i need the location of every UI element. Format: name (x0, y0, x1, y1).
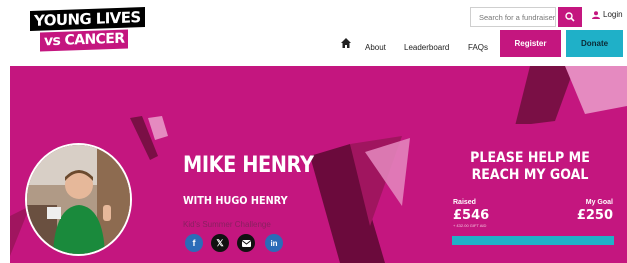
login-label: Login (603, 10, 623, 19)
goal-label: My Goal (585, 199, 613, 206)
x-icon: 𝕏 (216, 237, 224, 248)
raised-amount: £546 (453, 208, 490, 223)
goal-heading-line-1: PLEASE HELP ME (470, 150, 590, 166)
goal-amount: £250 (576, 208, 613, 223)
goal-heading: PLEASE HELP ME REACH MY GOAL (443, 150, 618, 184)
goal-panel: PLEASE HELP ME REACH MY GOAL Raised £546… (433, 124, 627, 263)
facebook-icon: f (192, 238, 196, 248)
home-icon[interactable] (340, 37, 352, 49)
fundraiser-hero: MIKE HENRY WITH HUGO HENRY Kid's Summer … (10, 66, 627, 263)
fundraiser-name: MIKE HENRY (183, 153, 314, 178)
progress-bar (452, 236, 614, 245)
share-linkedin-button[interactable]: in (265, 234, 283, 252)
search-icon (565, 12, 575, 22)
site-header: YOUNG LIVES vs CANCER Search for a fundr… (0, 0, 627, 66)
progress-bar-fill (452, 236, 614, 245)
fundraiser-photo (25, 143, 132, 256)
fundraiser-search-input[interactable]: Search for a fundraiser (470, 7, 556, 27)
logo-line-2: vs CANCER (40, 29, 129, 52)
linkedin-icon: in (270, 238, 278, 248)
nav-faqs[interactable]: FAQs (468, 36, 488, 58)
share-facebook-button[interactable]: f (185, 234, 203, 252)
login-link[interactable]: Login (592, 10, 623, 19)
register-button[interactable]: Register (500, 30, 561, 57)
nav-about[interactable]: About (365, 36, 386, 58)
young-lives-vs-cancer-logo[interactable]: YOUNG LIVES vs CANCER (30, 6, 145, 53)
nav-leaderboard[interactable]: Leaderboard (404, 36, 449, 58)
event-name[interactable]: Kid's Summer Challenge (183, 220, 271, 229)
goal-heading-line-2: REACH MY GOAL (471, 167, 589, 183)
share-email-button[interactable] (237, 234, 255, 252)
share-x-button[interactable]: 𝕏 (211, 234, 229, 252)
logo-line-1: YOUNG LIVES (30, 6, 145, 32)
donate-button[interactable]: Donate (566, 30, 623, 57)
raised-label: Raised (453, 199, 476, 206)
gift-aid-note: + £32.00 GIFT AID (453, 223, 487, 228)
user-icon (592, 10, 600, 19)
search-button[interactable] (558, 7, 582, 27)
fundraiser-with: WITH HUGO HENRY (183, 194, 288, 207)
mail-icon (241, 239, 251, 247)
